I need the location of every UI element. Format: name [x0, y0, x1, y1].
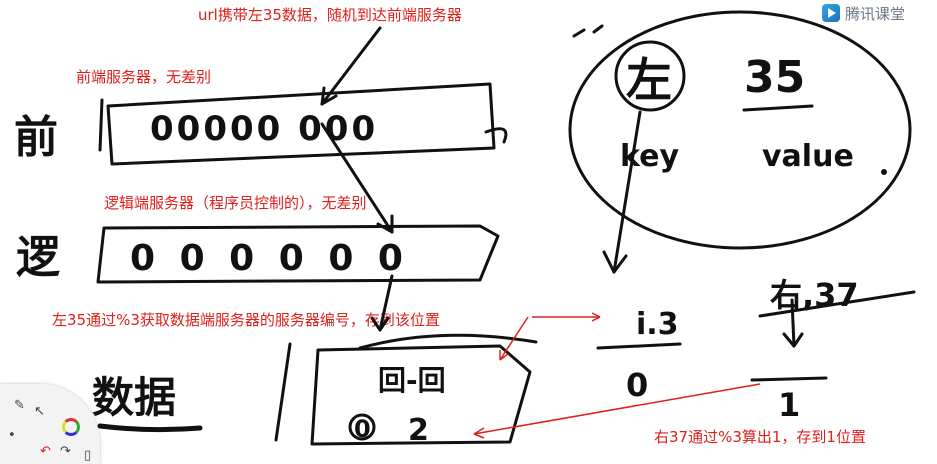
ink-dot	[881, 169, 887, 175]
data-top-slots: 回-回	[378, 364, 446, 397]
data-outer-left	[274, 342, 292, 442]
data-underline	[97, 423, 203, 433]
key-down-arrow	[612, 110, 642, 274]
pointer-icon[interactable]: ↖	[34, 404, 45, 419]
undo-icon[interactable]: ↶	[40, 444, 51, 459]
eraser-icon[interactable]: ▯	[84, 448, 91, 463]
row-label-data: 数据	[92, 373, 176, 422]
value-number: 35	[744, 52, 805, 103]
data-slot-0: 0	[354, 415, 371, 443]
logic-servers: 0 0 0 0 0 0	[130, 238, 409, 279]
i3-result: 0	[626, 366, 648, 404]
row-label-logic: 逻	[16, 232, 60, 283]
right-result: 1	[778, 386, 800, 424]
palette-icon[interactable]	[62, 418, 80, 436]
kv-circle	[568, 10, 912, 250]
redo-icon[interactable]: ↷	[60, 444, 71, 459]
frontend-box-left-tick	[98, 98, 104, 152]
row-label-front: 前	[14, 112, 58, 163]
front-to-logic-head	[376, 214, 394, 234]
pen-icon[interactable]: ✎	[14, 398, 25, 413]
frontend-tail	[484, 127, 508, 144]
frontend-servers: 00000 000	[150, 109, 378, 149]
right-result-line	[750, 376, 828, 382]
i3-line	[596, 342, 682, 350]
dot-icon[interactable]: •	[8, 428, 16, 443]
key-label: key	[620, 139, 679, 174]
key-char: 左	[626, 53, 672, 107]
right37-arrow	[473, 383, 761, 435]
whiteboard-canvas: 前 逻 数据 00000 000 0 0 0 0 0 0 回-回 0 2 左 3…	[14, 10, 916, 448]
value-label: value	[762, 139, 854, 174]
value-underline	[742, 104, 814, 112]
kv-tail	[572, 24, 604, 38]
i3-label: i.3	[636, 307, 679, 342]
data-slot-2: 2	[408, 413, 429, 448]
right37-down	[790, 298, 796, 348]
